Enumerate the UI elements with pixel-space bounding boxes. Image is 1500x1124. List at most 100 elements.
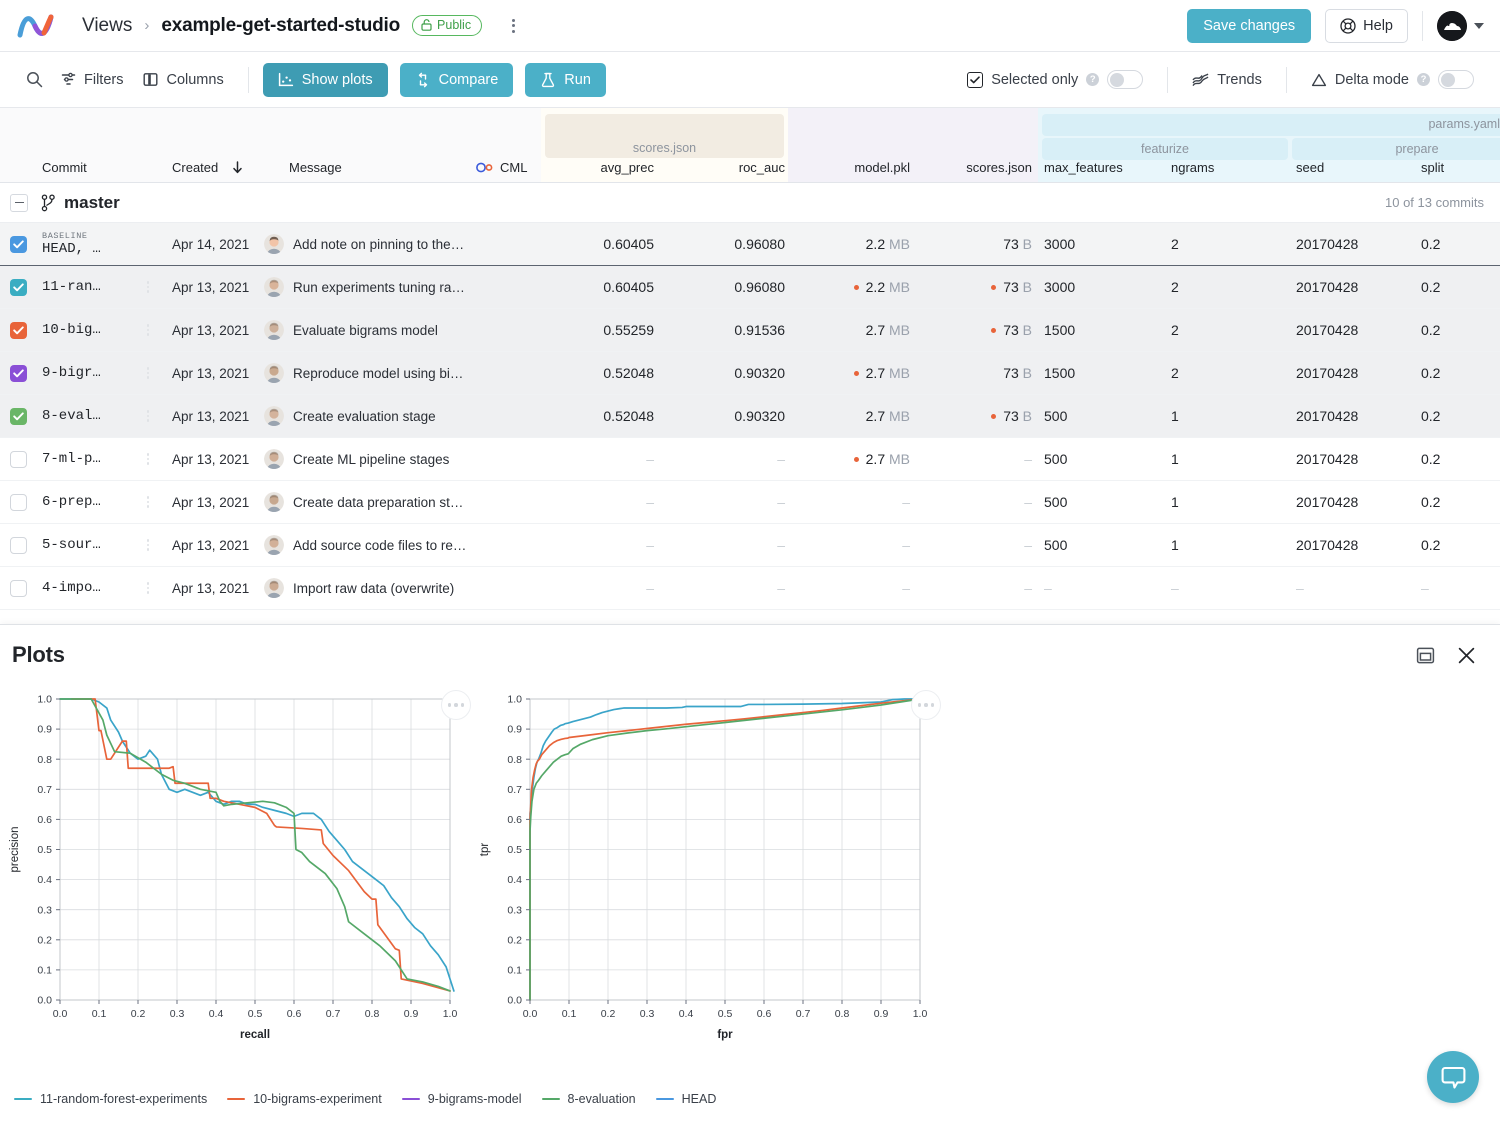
legend-item[interactable]: 9-bigrams-model xyxy=(401,1092,522,1106)
row-select-cell[interactable] xyxy=(10,524,34,566)
kebab-menu-icon[interactable] xyxy=(146,324,150,336)
avg-prec-cell: 0.60405 xyxy=(545,223,654,265)
kebab-menu-icon[interactable] xyxy=(146,453,150,465)
kebab-menu-icon[interactable] xyxy=(146,539,150,551)
chevron-down-icon[interactable] xyxy=(1474,22,1484,29)
avatar[interactable] xyxy=(1437,10,1467,41)
table-row[interactable]: 8-eval… Apr 13, 2021 Create evaluation sta… xyxy=(0,395,1500,438)
row-menu-button[interactable] xyxy=(140,266,156,308)
delta-mode-toggle[interactable] xyxy=(1438,70,1474,89)
trends-button[interactable]: Trends xyxy=(1182,66,1272,94)
checkbox-unchecked-icon[interactable] xyxy=(10,579,27,597)
seed-cell-value: 20170428 xyxy=(1296,236,1359,252)
row-menu-button[interactable] xyxy=(140,438,156,480)
branch-row-master[interactable]: master 10 of 13 commits xyxy=(0,183,1500,223)
plot-menu-button-0[interactable] xyxy=(441,690,471,720)
kebab-menu-icon[interactable] xyxy=(146,367,150,379)
checkbox-unchecked-icon[interactable] xyxy=(10,493,27,511)
svg-text:0.0: 0.0 xyxy=(53,1008,68,1020)
table-row[interactable]: 7-ml-p… Apr 13, 2021 Create ML pipeline st… xyxy=(0,438,1500,481)
column-header-model-pkl[interactable]: model.pkl xyxy=(800,152,910,182)
columns-button[interactable]: Columns xyxy=(133,66,233,94)
delta-mode-help-icon[interactable]: ? xyxy=(1417,73,1430,86)
row-select-cell[interactable] xyxy=(10,438,34,480)
column-header-commit[interactable]: Commit xyxy=(42,152,162,182)
panel-collapse-icon[interactable] xyxy=(1416,646,1435,665)
help-button[interactable]: Help xyxy=(1325,8,1408,43)
row-menu-button[interactable] xyxy=(140,309,156,351)
flask-icon xyxy=(542,72,555,87)
row-menu-button[interactable] xyxy=(140,567,156,609)
selected-only-toggle[interactable] xyxy=(1107,70,1144,89)
column-header-created[interactable]: Created xyxy=(172,152,282,182)
row-select-cell[interactable] xyxy=(10,266,34,308)
split-cell-value: 0.2 xyxy=(1421,279,1441,295)
checkbox-checked-icon[interactable] xyxy=(10,364,27,382)
table-row[interactable]: BASELINE HEAD, … Apr 14, 2021 Add note on p… xyxy=(0,223,1500,266)
user-menu[interactable] xyxy=(1437,10,1484,41)
kebab-menu-icon[interactable] xyxy=(146,410,150,422)
row-menu-button[interactable] xyxy=(140,481,156,523)
legend-item[interactable]: 8-evaluation xyxy=(541,1092,636,1106)
row-select-cell[interactable] xyxy=(10,395,34,437)
checkbox-checked-icon[interactable] xyxy=(10,407,27,425)
column-header-max-features[interactable]: max_features xyxy=(1044,152,1154,182)
chat-bubble-icon[interactable] xyxy=(1427,1051,1479,1103)
row-menu-button[interactable] xyxy=(140,524,156,566)
save-changes-button[interactable]: Save changes xyxy=(1187,8,1312,43)
kebab-menu-icon[interactable] xyxy=(146,281,150,293)
collapse-minus-icon[interactable] xyxy=(10,193,28,212)
checkbox-checked-icon[interactable] xyxy=(10,321,27,339)
kebab-menu-icon[interactable] xyxy=(146,582,150,594)
table-row[interactable]: 5-sour… Apr 13, 2021 Add source code files… xyxy=(0,524,1500,567)
column-header-label: roc_auc xyxy=(738,159,785,175)
legend-item[interactable]: HEAD xyxy=(655,1092,716,1106)
split-cell-value: 0.2 xyxy=(1421,408,1441,424)
row-menu-button[interactable] xyxy=(140,395,156,437)
iterative-logo-icon[interactable] xyxy=(14,9,58,43)
column-header-roc-auc[interactable]: roc_auc xyxy=(660,152,785,182)
row-select-cell[interactable] xyxy=(10,352,34,394)
checkbox-checked-icon[interactable] xyxy=(10,278,27,296)
legend-item[interactable]: 11-random-forest-experiments xyxy=(14,1092,207,1106)
row-select-cell[interactable] xyxy=(10,223,34,265)
delta-mode-control[interactable]: Delta mode ? xyxy=(1301,64,1484,95)
search-button[interactable] xyxy=(18,65,51,94)
plot-card-precision-recall[interactable]: 0.0 0.1 0.2 0.3 0.4 0.5 0.6 0.7 0.8 0.9 1.0 0.0 0.1 0… xyxy=(0,685,471,1070)
kebab-menu-icon[interactable] xyxy=(146,496,150,508)
table-row[interactable]: 9-bigr… Apr 13, 2021 Reproduce model using… xyxy=(0,352,1500,395)
checkbox-checked-icon[interactable] xyxy=(10,235,27,253)
column-header-scores-json[interactable]: scores.json xyxy=(920,152,1032,182)
show-plots-button[interactable]: Show plots xyxy=(262,62,388,97)
breadcrumb-views-link[interactable]: Views xyxy=(82,15,132,37)
selected-only-help-icon[interactable]: ? xyxy=(1086,73,1100,86)
table-row[interactable]: 6-prep… Apr 13, 2021 Create data preparati… xyxy=(0,481,1500,524)
row-select-cell[interactable] xyxy=(10,567,34,609)
legend-item[interactable]: 10-bigrams-experiment xyxy=(227,1092,382,1106)
row-select-cell[interactable] xyxy=(10,309,34,351)
column-header-split[interactable]: split xyxy=(1421,152,1491,182)
visibility-badge[interactable]: Public xyxy=(412,15,483,36)
table-row[interactable]: 10-big… Apr 13, 2021 Evaluate bigrams mode… xyxy=(0,309,1500,352)
kebab-menu-icon[interactable] xyxy=(508,15,519,37)
column-header-message[interactable]: Message xyxy=(289,152,459,182)
run-button[interactable]: Run xyxy=(525,62,606,97)
commit-cell[interactable]: BASELINE HEAD, … xyxy=(42,223,162,265)
column-header-ngrams[interactable]: ngrams xyxy=(1171,152,1261,182)
column-header-avg-prec[interactable]: avg_prec xyxy=(545,152,654,182)
svg-text:0.7: 0.7 xyxy=(507,784,522,796)
close-icon[interactable] xyxy=(1457,646,1476,665)
compare-button[interactable]: Compare xyxy=(399,62,514,97)
table-row[interactable]: 4-impo… Apr 13, 2021 Import raw data (over… xyxy=(0,567,1500,610)
plot-card-roc[interactable]: 0.0 0.1 0.2 0.3 0.4 0.5 0.6 0.7 0.8 0.9 1.0 0.0 0.1 0… xyxy=(470,685,941,1070)
table-row[interactable]: 11-ran… Apr 13, 2021 Run experiments tunin… xyxy=(0,266,1500,309)
filters-button[interactable]: Filters xyxy=(51,66,133,94)
row-menu-button[interactable] xyxy=(140,352,156,394)
row-select-cell[interactable] xyxy=(10,481,34,523)
plot-menu-button-1[interactable] xyxy=(911,690,941,720)
checkbox-unchecked-icon[interactable] xyxy=(10,536,27,554)
column-header-seed[interactable]: seed xyxy=(1296,152,1376,182)
column-header-cml[interactable]: CML xyxy=(476,152,536,182)
selected-only-control[interactable]: Selected only ? xyxy=(957,64,1153,95)
checkbox-unchecked-icon[interactable] xyxy=(10,450,27,468)
